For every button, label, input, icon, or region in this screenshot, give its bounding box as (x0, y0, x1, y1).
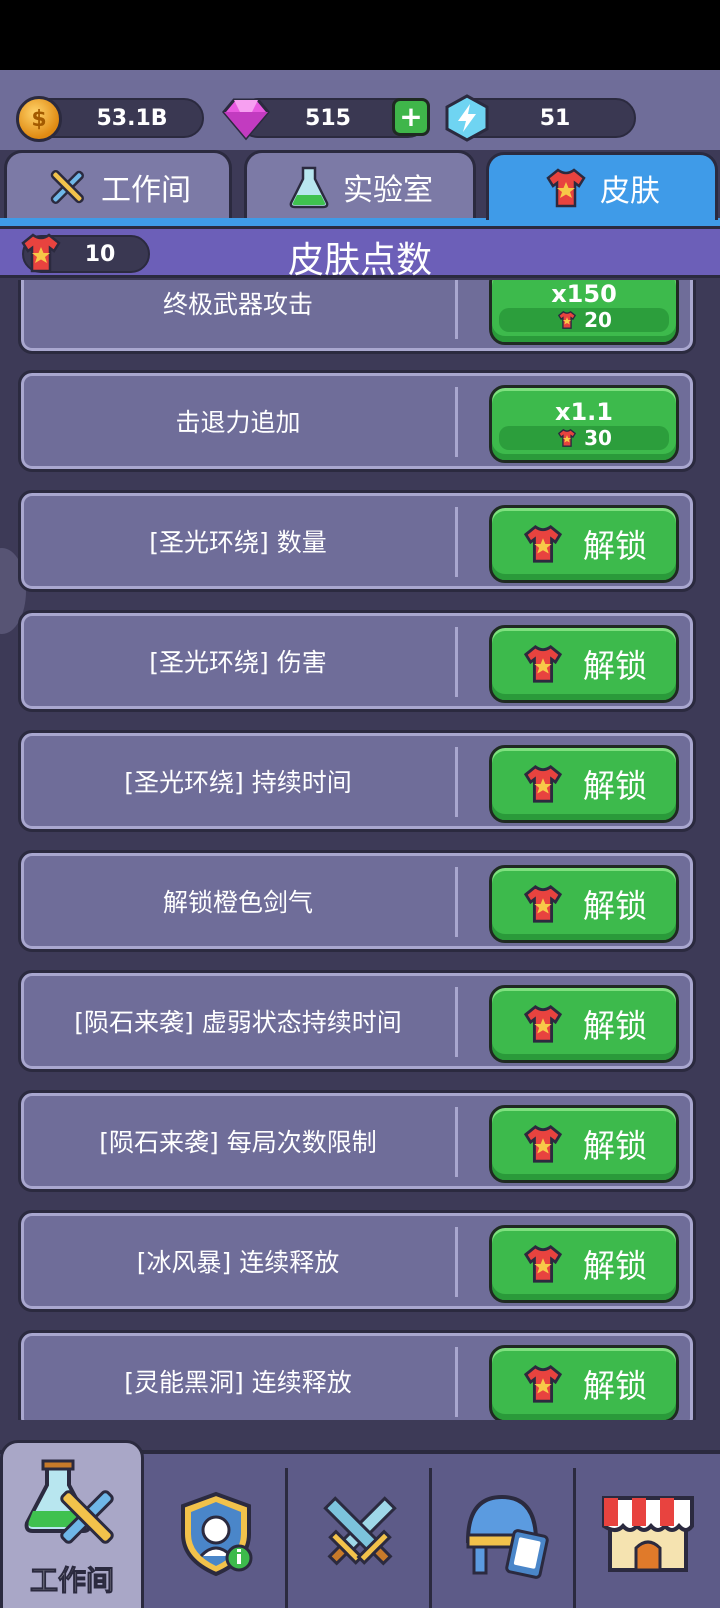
upgrade-cost: 20 (499, 308, 669, 332)
page-title: 皮肤点数 (287, 240, 432, 281)
upgrade-button[interactable]: x1.1 30 (489, 385, 679, 463)
upgrade-cost: 30 (499, 426, 669, 450)
cost-value: 20 (584, 308, 612, 332)
tab-workshop[interactable]: 工作间 (4, 150, 232, 220)
unlock-label: 解锁 (582, 887, 647, 925)
currency-bar: 53.1B $ 515 + 51 (0, 70, 720, 150)
tab-label: 实验室 (343, 172, 433, 208)
multiplier-value: x150 (551, 280, 617, 308)
shirt-icon (523, 765, 563, 803)
app-screen: 53.1B $ 515 + 51 工作间 实验室 皮肤 10 皮肤点数 终极武器… (0, 70, 720, 1608)
unlock-label: 解锁 (582, 1247, 647, 1285)
upgrade-label: 击退力追加 (175, 408, 301, 437)
list-item: [陨石来袭] 虚弱状态持续时间 解锁 (18, 970, 696, 1072)
skin-upgrade-list[interactable]: 终极武器攻击 x150 20 击退力追加 x1.1 30 [圣光环绕] 数量 解锁 [圣光环绕]… (0, 280, 720, 1420)
unlock-label: 解锁 (582, 767, 647, 805)
row-divider (455, 280, 458, 339)
gem-icon (222, 98, 270, 141)
shirt-icon (523, 525, 563, 563)
nav-battle[interactable] (288, 1454, 432, 1608)
flask-icon (289, 166, 329, 208)
tab-skin[interactable]: 皮肤 (486, 152, 718, 220)
upgrade-label: [圣光环绕] 持续时间 (124, 768, 352, 797)
shirt-icon (523, 1245, 563, 1283)
tab-lab[interactable]: 实验室 (244, 150, 476, 220)
list-item: 击退力追加 x1.1 30 (18, 370, 696, 472)
cost-value: 30 (584, 426, 612, 450)
coin-icon: $ (16, 96, 62, 142)
coin-value: 53.1B (96, 105, 168, 131)
upgrade-label: [冰风暴] 连续释放 (136, 1248, 340, 1277)
helmet-cards-icon (465, 1494, 549, 1579)
unlock-button[interactable]: 解锁 (489, 505, 679, 583)
shirt-icon (557, 428, 577, 447)
upgrade-label: [陨石来袭] 每局次数限制 (99, 1128, 377, 1157)
upgrade-label: [圣光环绕] 伤害 (149, 648, 327, 677)
list-item: 终极武器攻击 x150 20 (18, 280, 696, 354)
list-item: [圣光环绕] 数量 解锁 (18, 490, 696, 592)
gem-value: 515 (305, 105, 351, 131)
row-divider (455, 507, 458, 577)
energy-bolt-icon (445, 94, 489, 142)
nav-workshop[interactable]: 工作间 (0, 1440, 144, 1608)
upgrade-label: [陨石来袭] 虚弱状态持续时间 (74, 1008, 402, 1037)
upgrade-label: [灵能黑洞] 连续释放 (124, 1368, 352, 1397)
nav-equipment[interactable] (432, 1454, 576, 1608)
unlock-label: 解锁 (582, 1007, 647, 1045)
shirt-icon (523, 1365, 563, 1403)
nav-shop[interactable] (576, 1454, 720, 1608)
unlock-button[interactable]: 解锁 (489, 1345, 679, 1420)
energy-value: 51 (539, 105, 571, 131)
unlock-button[interactable]: 解锁 (489, 865, 679, 943)
hero-shield-icon (181, 1491, 253, 1577)
crossed-swords-icon (323, 1496, 397, 1566)
tools-icon (50, 169, 84, 204)
unlock-label: 解锁 (582, 1367, 647, 1405)
unlock-label: 解锁 (582, 647, 647, 685)
status-bar (0, 0, 720, 70)
unlock-button[interactable]: 解锁 (489, 1225, 679, 1303)
upgrade-label: [圣光环绕] 数量 (149, 528, 327, 557)
list-item: [冰风暴] 连续释放 解锁 (18, 1210, 696, 1312)
row-divider (455, 747, 458, 817)
unlock-button[interactable]: 解锁 (489, 1105, 679, 1183)
unlock-button[interactable]: 解锁 (489, 625, 679, 703)
workshop-icon (24, 1459, 114, 1544)
multiplier-value: x1.1 (555, 398, 613, 426)
tab-label: 工作间 (101, 172, 191, 208)
skin-points-header: 10 皮肤点数 (0, 226, 720, 281)
unlock-label: 解锁 (582, 527, 647, 565)
shirt-icon (523, 885, 563, 923)
add-gems-button[interactable]: + (392, 98, 430, 136)
shop-icon (602, 1496, 694, 1572)
nav-label: 工作间 (29, 1564, 114, 1598)
shirt-icon (523, 645, 563, 683)
unlock-button[interactable]: 解锁 (489, 745, 679, 823)
row-divider (455, 1227, 458, 1297)
list-item: [灵能黑洞] 连续释放 解锁 (18, 1330, 696, 1420)
row-divider (455, 1107, 458, 1177)
tab-label: 皮肤 (600, 173, 660, 209)
shirt-icon (523, 1005, 563, 1043)
bottom-nav: 工作间 (0, 1440, 720, 1608)
nav-hero[interactable] (144, 1454, 288, 1608)
row-divider (455, 387, 458, 457)
upgrade-label: 终极武器攻击 (162, 290, 313, 319)
shirt-icon (557, 310, 577, 329)
unlock-label: 解锁 (582, 1127, 647, 1165)
row-divider (455, 987, 458, 1057)
unlock-button[interactable]: 解锁 (489, 985, 679, 1063)
list-item: [圣光环绕] 持续时间 解锁 (18, 730, 696, 832)
shirt-icon (523, 1125, 563, 1163)
row-divider (455, 1347, 458, 1417)
list-item: [圣光环绕] 伤害 解锁 (18, 610, 696, 712)
upgrade-label: 解锁橙色剑气 (162, 888, 313, 917)
shirt-icon (546, 167, 586, 207)
upgrade-button[interactable]: x150 20 (489, 280, 679, 345)
row-divider (455, 867, 458, 937)
list-item: [陨石来袭] 每局次数限制 解锁 (18, 1090, 696, 1192)
list-item: 解锁橙色剑气 解锁 (18, 850, 696, 952)
row-divider (455, 627, 458, 697)
